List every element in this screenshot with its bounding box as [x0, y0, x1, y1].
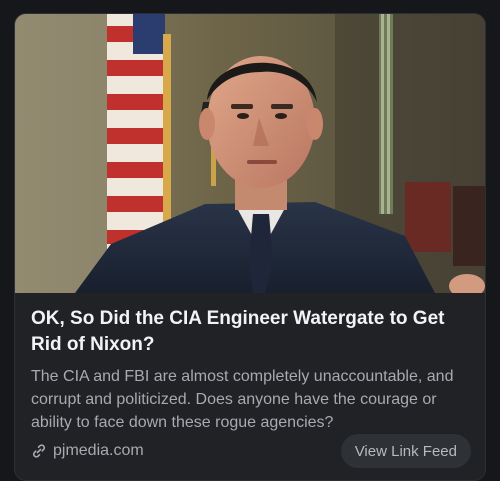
link-preview-card[interactable]: OK, So Did the CIA Engineer Watergate to…	[14, 13, 486, 481]
card-footer: pjmedia.com View Link Feed	[31, 434, 471, 468]
link-icon	[31, 443, 47, 459]
card-text: OK, So Did the CIA Engineer Watergate to…	[31, 306, 475, 434]
article-summary: The CIA and FBI are almost completely un…	[31, 368, 454, 431]
article-headline[interactable]: OK, So Did the CIA Engineer Watergate to…	[31, 306, 475, 358]
view-link-feed-button[interactable]: View Link Feed	[340, 434, 471, 468]
thumbnail-image	[15, 14, 485, 293]
source-domain[interactable]: pjmedia.com	[31, 442, 144, 460]
source-domain-label: pjmedia.com	[53, 442, 144, 459]
article-thumbnail[interactable]	[15, 14, 485, 293]
